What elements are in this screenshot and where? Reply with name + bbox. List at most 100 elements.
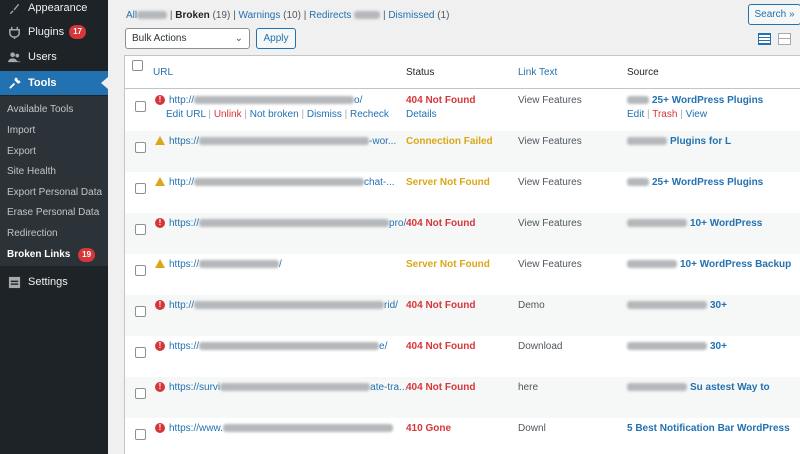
dismiss-link[interactable]: Dismiss <box>307 109 342 120</box>
submenu-available-tools[interactable]: Available Tools <box>7 104 73 115</box>
admin-sidebar: Appearance Plugins 17 Users Tools Availa… <box>0 0 108 454</box>
submenu-import[interactable]: Import <box>7 125 35 136</box>
url-prefix: https://survi <box>169 382 221 393</box>
error-icon: ! <box>155 300 165 310</box>
url-prefix: https:// <box>169 341 200 352</box>
unlink-link[interactable]: Unlink <box>214 109 242 120</box>
redacted-text <box>627 96 649 105</box>
row-actions: Edit URL | Unlink | Not broken | Dismiss… <box>166 109 389 120</box>
edit-post-link[interactable]: Edit <box>627 109 644 120</box>
link-url[interactable]: https:// -wor... <box>169 136 396 147</box>
link-url[interactable]: https:// e/ <box>169 341 387 352</box>
broken-count-badge: 19 <box>78 248 96 262</box>
row-checkbox[interactable] <box>135 265 146 276</box>
link-url[interactable]: https:// / <box>169 259 282 270</box>
url-suffix: pro/ <box>389 218 407 229</box>
row-checkbox[interactable] <box>135 347 146 358</box>
menu-item-settings[interactable]: Settings <box>0 270 108 294</box>
source-post-title[interactable]: 30+ <box>627 300 727 311</box>
trash-post-link[interactable]: Trash <box>652 109 677 120</box>
column-header-url[interactable]: URL <box>153 67 173 78</box>
redacted-text <box>627 219 687 228</box>
source-post-title[interactable]: 10+ WordPress <box>627 218 762 229</box>
submenu-broken-links[interactable]: Broken Links 19 <box>7 248 96 262</box>
source-post-title[interactable]: 30+ <box>627 341 727 352</box>
source-post-title[interactable]: 10+ WordPress Backup <box>627 259 791 270</box>
settings-icon <box>6 274 22 290</box>
submenu-redirection[interactable]: Redirection <box>7 228 58 239</box>
filter-redirects[interactable]: Redirects <box>309 10 351 21</box>
column-header-link-text[interactable]: Link Text <box>518 67 557 78</box>
menu-item-plugins[interactable]: Plugins 17 <box>0 20 108 44</box>
source-post-title[interactable]: Plugins for L <box>627 136 731 147</box>
link-text: View Features <box>518 136 582 147</box>
source-post-title[interactable]: Su astest Way to <box>627 382 770 393</box>
select-all-checkbox[interactable] <box>132 60 143 71</box>
submenu-export[interactable]: Export <box>7 146 36 157</box>
search-button[interactable]: Search » <box>748 4 800 25</box>
excerpt-view-icon[interactable] <box>778 33 791 45</box>
source-post-title[interactable]: 5 Best Notification Bar WordPress <box>627 423 790 434</box>
not-broken-link[interactable]: Not broken <box>250 109 299 120</box>
url-prefix: https:// <box>169 218 200 229</box>
row-checkbox[interactable] <box>135 429 146 440</box>
error-icon: ! <box>155 423 165 433</box>
redacted-text <box>627 260 677 269</box>
apply-button[interactable]: Apply <box>256 28 296 49</box>
submenu-site-health[interactable]: Site Health <box>7 166 56 177</box>
link-status: Connection Failed <box>406 136 493 147</box>
url-prefix: https:// <box>169 259 200 270</box>
redacted-text <box>627 137 667 146</box>
row-checkbox[interactable] <box>135 224 146 235</box>
menu-item-users[interactable]: Users <box>0 45 108 69</box>
table-row: ! https:// e/404 Not Found Download 30+ <box>125 336 800 377</box>
filter-all[interactable]: All <box>126 10 137 21</box>
main-content: All | Broken (19) | Warnings (10) | Redi… <box>108 0 800 454</box>
source-post-title[interactable]: 25+ WordPress Plugins <box>627 95 763 106</box>
link-url[interactable]: http:// o/ <box>169 95 362 106</box>
menu-item-appearance[interactable]: Appearance <box>0 0 108 20</box>
submenu-erase-personal-data[interactable]: Erase Personal Data <box>7 207 99 218</box>
users-icon <box>6 49 22 65</box>
list-view-icon[interactable] <box>758 33 771 45</box>
filter-dismissed[interactable]: Dismissed <box>388 10 434 21</box>
bulk-actions-select[interactable]: Bulk Actions ⌄ <box>125 28 250 49</box>
link-text: here <box>518 382 539 393</box>
url-prefix: http:// <box>169 300 195 311</box>
plugin-icon <box>6 24 22 40</box>
row-checkbox[interactable] <box>135 101 146 112</box>
row-checkbox[interactable] <box>135 306 146 317</box>
link-status: Server Not Found <box>406 259 490 270</box>
row-checkbox[interactable] <box>135 388 146 399</box>
link-text: View Features <box>518 259 582 270</box>
menu-item-tools[interactable]: Tools <box>0 71 108 95</box>
link-status: 404 Not Found <box>406 218 476 229</box>
redacted-url <box>199 219 390 228</box>
error-icon: ! <box>155 341 165 351</box>
link-url[interactable]: http:// rid/ <box>169 300 398 311</box>
url-suffix: chat-... <box>364 177 395 188</box>
link-text: Downl <box>518 423 546 434</box>
table-header: URL Status Link Text Source <box>125 56 800 89</box>
source-post-title[interactable]: 25+ WordPress Plugins <box>627 177 763 188</box>
details-link[interactable]: Details <box>406 109 437 120</box>
filter-warnings[interactable]: Warnings <box>239 10 281 21</box>
table-row: https:// -wor... Connection Failed View Fea… <box>125 131 800 172</box>
recheck-link[interactable]: Recheck <box>350 109 389 120</box>
table-row: ! http:// rid/404 Not Found Demo 30+ <box>125 295 800 336</box>
link-url[interactable]: https:// pro/ <box>169 218 406 229</box>
filter-broken-current[interactable]: Broken <box>175 10 209 21</box>
link-url[interactable]: https://survi ate-tra... <box>169 382 407 393</box>
view-post-link[interactable]: View <box>686 109 708 120</box>
edit-url-link[interactable]: Edit URL <box>166 109 206 120</box>
link-url[interactable]: http:// chat-... <box>169 177 395 188</box>
row-checkbox[interactable] <box>135 142 146 153</box>
redacted-url <box>220 383 371 392</box>
link-url[interactable]: https://www. <box>169 423 393 434</box>
redacted-url <box>199 137 370 146</box>
submenu-export-personal-data[interactable]: Export Personal Data <box>7 187 102 198</box>
filter-separator: | <box>382 10 386 21</box>
link-text: View Features <box>518 177 582 188</box>
row-checkbox[interactable] <box>135 183 146 194</box>
tools-submenu: Available Tools Import Export Site Healt… <box>0 96 108 266</box>
